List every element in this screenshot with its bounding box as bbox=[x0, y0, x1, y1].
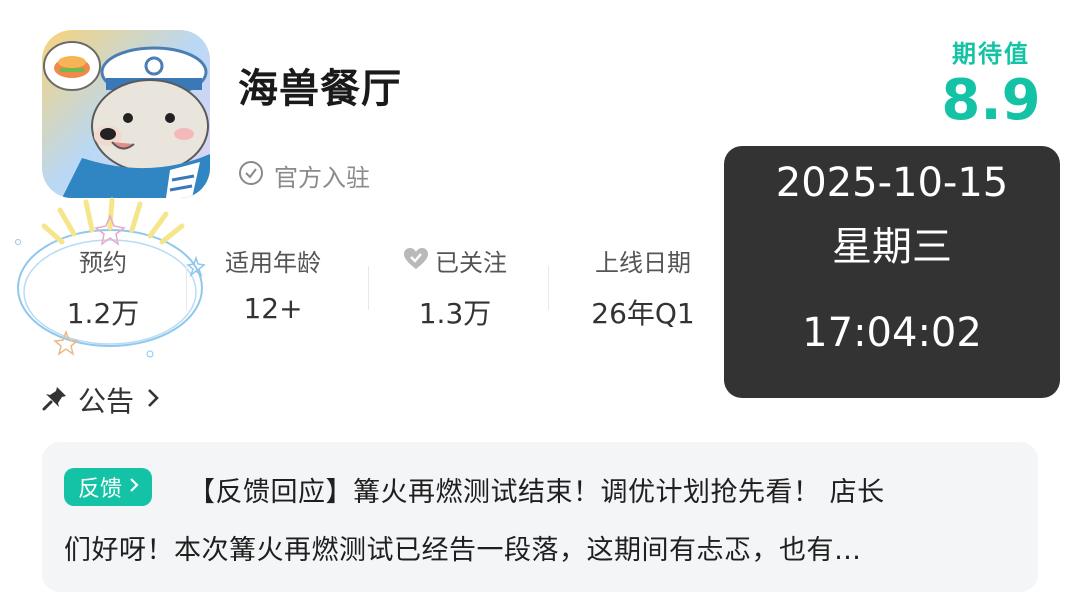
stat-reservations[interactable]: 预约 1.2万 bbox=[28, 246, 178, 332]
verified-label: 官方入驻 bbox=[274, 163, 370, 192]
stat-age-rating[interactable]: 适用年龄 12+ bbox=[198, 246, 348, 325]
stat-value: 1.2万 bbox=[66, 297, 140, 330]
chevron-right-icon bbox=[128, 475, 140, 500]
check-circle-icon bbox=[238, 160, 264, 190]
announcement-text-line1: 【反馈回应】篝火再燃测试结束！调优计划抢先看！ 店长 bbox=[188, 477, 885, 508]
chevron-right-icon bbox=[144, 386, 162, 414]
rating-label: 期待值 bbox=[952, 40, 1030, 68]
feedback-badge-label: 反馈 bbox=[78, 477, 123, 502]
stat-divider bbox=[186, 266, 187, 310]
feedback-badge[interactable]: 反馈 bbox=[64, 468, 153, 506]
announcement-text-line2: 们好呀！本次篝火再燃测试已经告一段落，这期间有忐忑，也有… bbox=[64, 535, 862, 566]
stat-label: 适用年龄 bbox=[225, 249, 321, 277]
rating-value: 8.9 bbox=[941, 68, 1041, 133]
app-title: 海兽餐厅 bbox=[238, 66, 402, 112]
app-icon[interactable] bbox=[42, 30, 210, 198]
clock-weekday: 星期三 bbox=[832, 224, 952, 270]
announcement-label: 公告 bbox=[78, 385, 135, 418]
stat-followers[interactable]: 已关注 1.3万 bbox=[380, 246, 530, 332]
stat-release-date[interactable]: 上线日期 26年Q1 bbox=[568, 246, 718, 332]
stat-label: 已关注 bbox=[435, 249, 507, 277]
heart-check-icon bbox=[403, 246, 429, 280]
stat-divider bbox=[548, 266, 549, 310]
pin-icon bbox=[42, 385, 68, 415]
stat-value: 26年Q1 bbox=[591, 297, 695, 330]
expectation-rating: 期待值 8.9 bbox=[936, 34, 1046, 131]
stat-label: 上线日期 bbox=[595, 249, 691, 277]
clock-date: 2025-10-15 bbox=[775, 160, 1009, 206]
stat-divider bbox=[368, 266, 369, 310]
clock-overlay: 2025-10-15 星期三 17:04:02 bbox=[724, 146, 1060, 398]
stat-value: 12+ bbox=[243, 292, 303, 325]
verified-badge: 官方入驻 bbox=[238, 158, 370, 192]
announcement-header[interactable]: 公告 bbox=[42, 380, 162, 420]
stat-value: 1.3万 bbox=[418, 297, 492, 330]
clock-time: 17:04:02 bbox=[802, 310, 982, 356]
stat-label: 预约 bbox=[79, 249, 127, 277]
announcement-card[interactable]: 反馈 【反馈回应】篝火再燃测试结束！调优计划抢先看！ 店长 们好呀！本次篝火再燃… bbox=[42, 442, 1038, 592]
